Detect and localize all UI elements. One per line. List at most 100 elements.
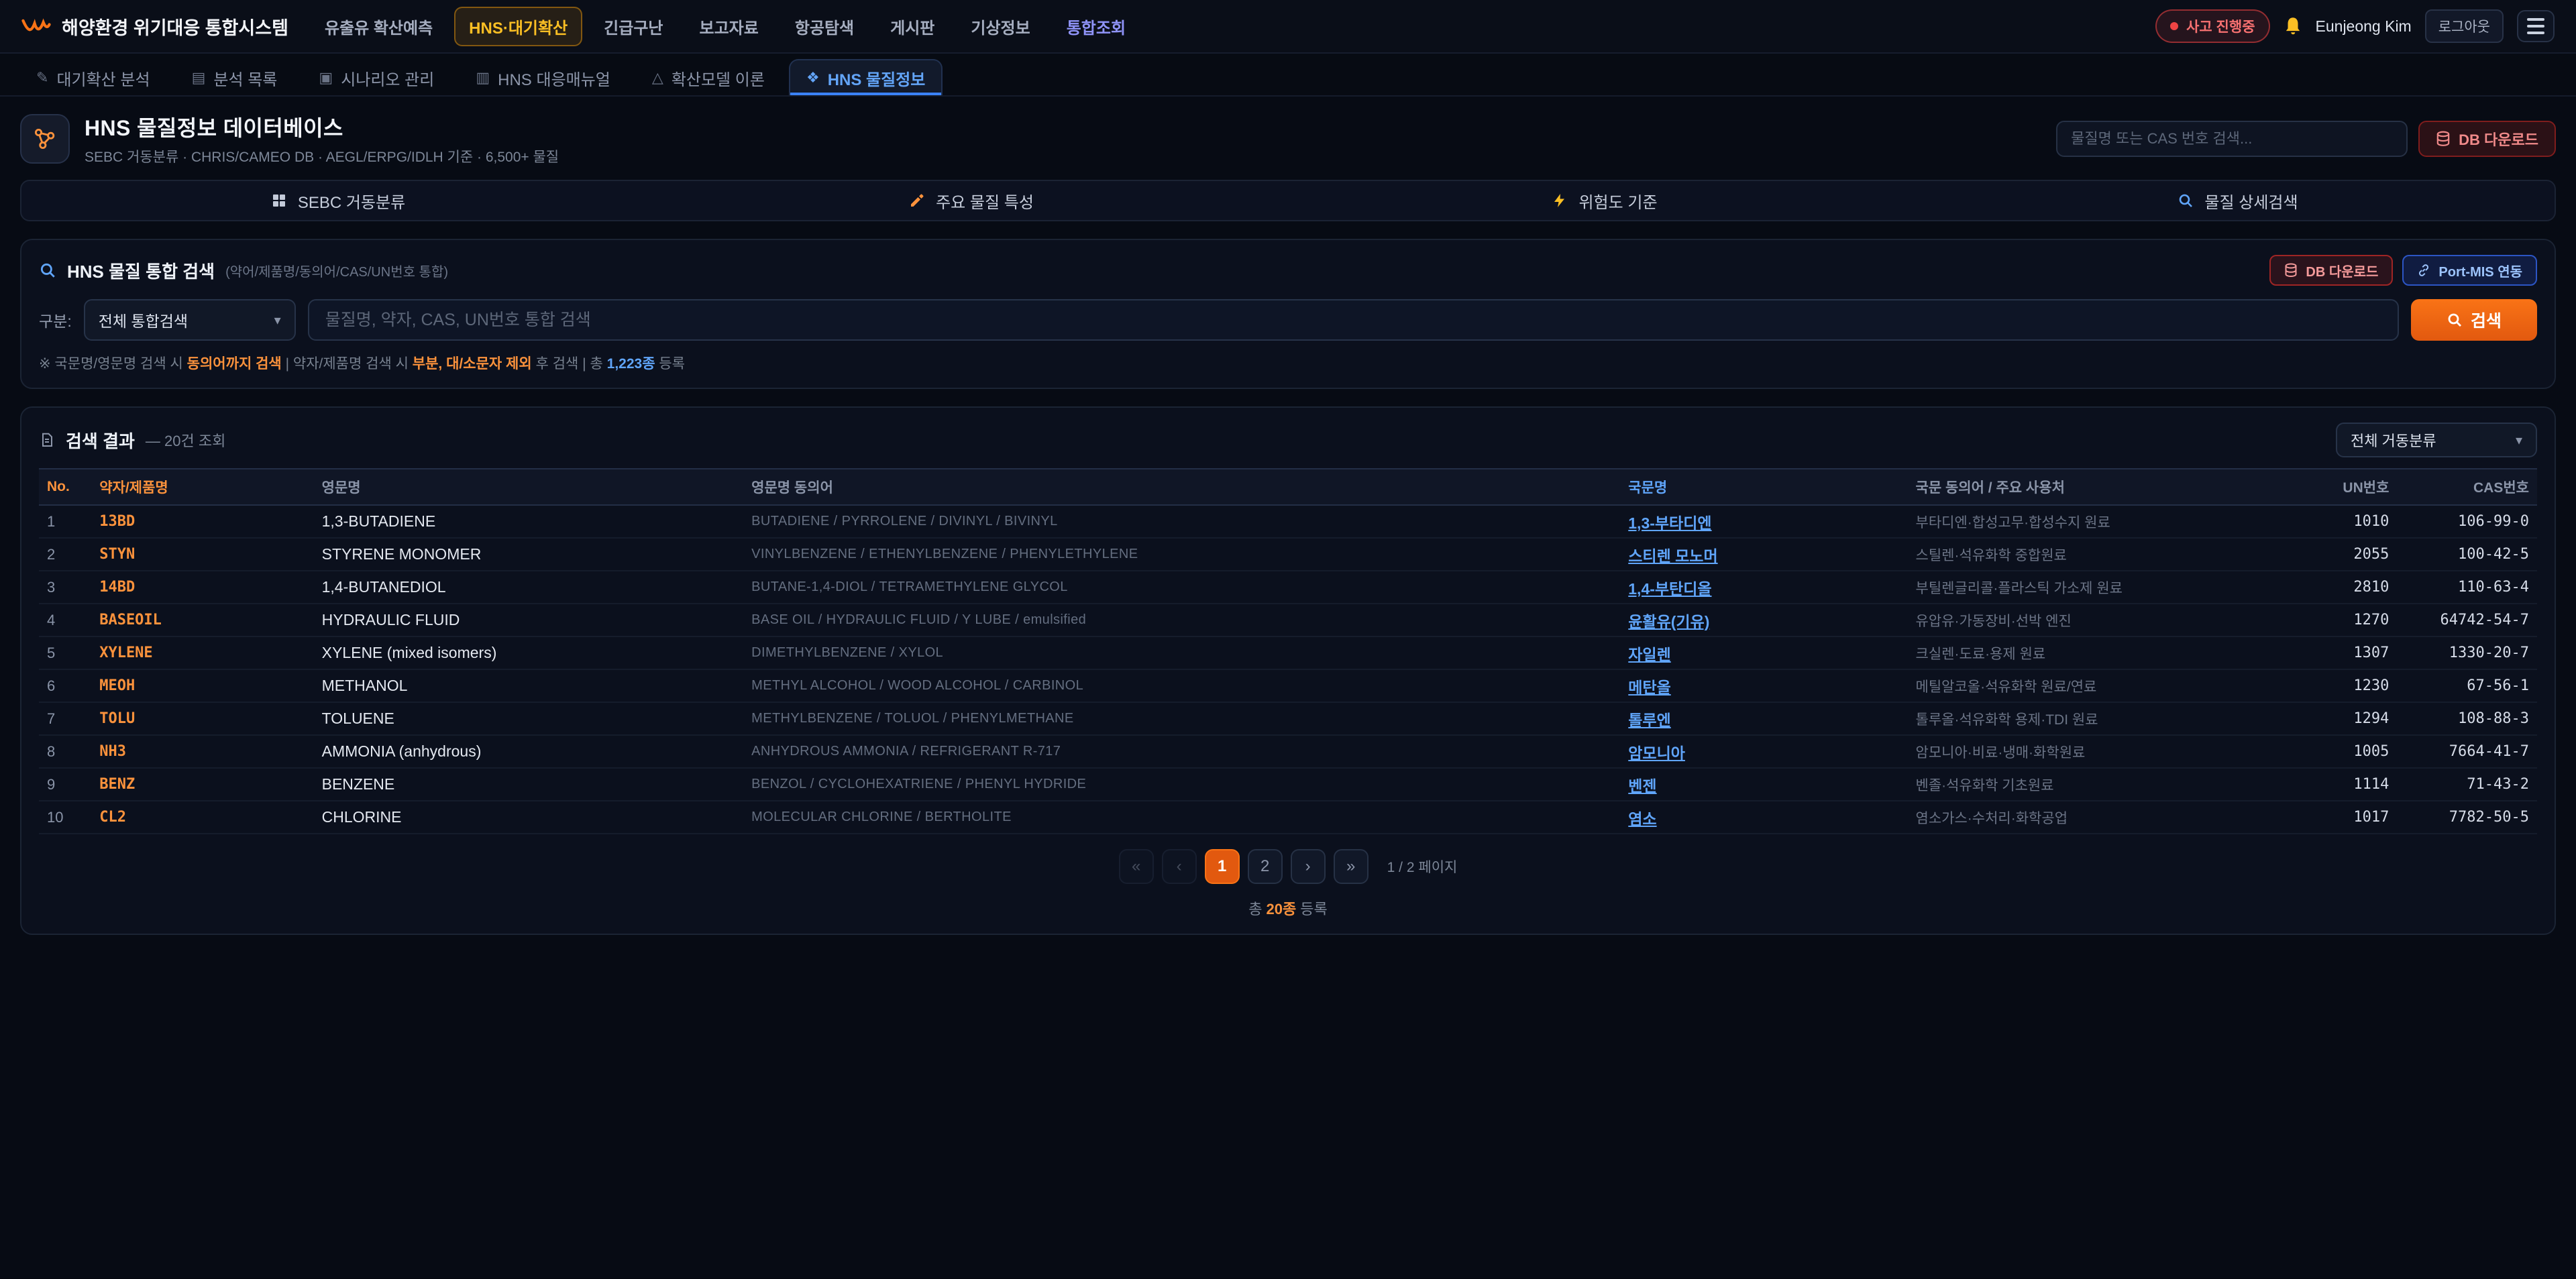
cell-kr-synonyms: 크실렌·도료·용제 원료 bbox=[1908, 636, 2277, 669]
tab-item[interactable]: ▤ 분석 목록 bbox=[174, 59, 295, 95]
app-logo[interactable]: 해양환경 위기대응 통합시스템 bbox=[21, 13, 288, 40]
table-row[interactable]: 5 XYLENE XYLENE (mixed isomers) DIMETHYL… bbox=[39, 636, 2537, 669]
table-row[interactable]: 9 BENZ BENZENE BENZOL / CYCLOHEXATRIENE … bbox=[39, 768, 2537, 801]
notification-bell-icon[interactable] bbox=[2284, 16, 2302, 36]
db-download-button[interactable]: DB 다운로드 bbox=[2418, 121, 2556, 157]
pager-first-button[interactable]: « bbox=[1119, 849, 1154, 884]
pager-prev-button[interactable]: ‹ bbox=[1162, 849, 1197, 884]
nav-item[interactable]: 긴급구난 bbox=[589, 7, 678, 46]
tab-item[interactable]: ❖ HNS 물질정보 bbox=[789, 59, 943, 95]
substance-kr-link[interactable]: 스티렌 모노머 bbox=[1628, 547, 1717, 565]
cell-no: 3 bbox=[39, 571, 91, 604]
grid-icon bbox=[271, 192, 287, 209]
cell-kr-name: 톨루엔 bbox=[1620, 702, 1907, 735]
tab-label: 대기확산 분석 bbox=[56, 66, 150, 90]
substance-kr-link[interactable]: 자일렌 bbox=[1628, 646, 1670, 663]
tab-item[interactable]: ✎ 대기확산 분석 bbox=[19, 59, 168, 95]
page-title-block: HNS 물질정보 데이터베이스 SEBC 거동분류 · CHRIS/CAMEO … bbox=[85, 111, 559, 166]
cell-un-number: 2810 bbox=[2277, 571, 2398, 604]
nav-item[interactable]: 게시판 bbox=[875, 7, 949, 46]
table-row[interactable]: 1 13BD 1,3-BUTADIENE BUTADIENE / PYRROLE… bbox=[39, 505, 2537, 538]
substance-kr-link[interactable]: 윤활유(기유) bbox=[1628, 613, 1709, 630]
nav-item[interactable]: 보고자료 bbox=[684, 7, 773, 46]
feature-substance-properties[interactable]: 주요 물질 특성 bbox=[655, 181, 1288, 220]
nav-item[interactable]: 기상정보 bbox=[956, 7, 1044, 46]
incident-status-badge: 사고 진행중 bbox=[2155, 9, 2269, 43]
database-icon bbox=[2284, 263, 2298, 278]
pager-last-button[interactable]: » bbox=[1334, 849, 1368, 884]
col-en-synonym: 영문명 동의어 bbox=[743, 469, 1620, 505]
lightning-icon bbox=[1552, 192, 1568, 209]
pager-page-button[interactable]: 1 bbox=[1205, 849, 1240, 884]
cell-cas-number: 108-88-3 bbox=[2397, 702, 2537, 735]
page-title: HNS 물질정보 데이터베이스 bbox=[85, 111, 559, 142]
cell-en-synonyms: VINYLBENZENE / ETHENYLBENZENE / PHENYLET… bbox=[743, 538, 1620, 571]
unified-search-input[interactable] bbox=[308, 299, 2399, 341]
chevron-down-icon: ▾ bbox=[2516, 432, 2522, 449]
tab-icon: ✎ bbox=[36, 69, 48, 87]
tab-item[interactable]: ▣ 시나리오 관리 bbox=[301, 59, 451, 95]
category-select[interactable]: 전체 통합검색 ▾ bbox=[84, 299, 296, 341]
cell-kr-name: 암모니아 bbox=[1620, 735, 1907, 768]
nav-item[interactable]: HNS·대기확산 bbox=[454, 7, 582, 46]
nav-item[interactable]: 유출유 확산예측 bbox=[310, 7, 447, 46]
table-row[interactable]: 7 TOLU TOLUENE METHYLBENZENE / TOLUOL / … bbox=[39, 702, 2537, 735]
chevron-down-icon: ▾ bbox=[274, 312, 281, 329]
nav-item[interactable]: 통합조회 bbox=[1052, 7, 1140, 46]
menu-button[interactable] bbox=[2517, 10, 2555, 42]
topbar-right: 사고 진행중 Eunjeong Kim 로그아웃 bbox=[2155, 9, 2555, 43]
cell-kr-name: 1,4-부탄디올 bbox=[1620, 571, 1907, 604]
table-row[interactable]: 6 MEOH METHANOL METHYL ALCOHOL / WOOD AL… bbox=[39, 669, 2537, 702]
cell-kr-synonyms: 유압유·가동장비·선박 엔진 bbox=[1908, 604, 2277, 636]
logout-button[interactable]: 로그아웃 bbox=[2425, 9, 2504, 43]
category-label: 구분: bbox=[39, 309, 72, 331]
tab-label: HNS 물질정보 bbox=[828, 66, 926, 90]
substance-kr-link[interactable]: 메탄올 bbox=[1628, 679, 1670, 696]
pager-next-button[interactable]: › bbox=[1291, 849, 1326, 884]
portmis-link-button[interactable]: Port-MIS 연동 bbox=[2402, 255, 2537, 286]
cell-en-synonyms: METHYLBENZENE / TOLUOL / PHENYLMETHANE bbox=[743, 702, 1620, 735]
substance-kr-link[interactable]: 1,4-부탄디올 bbox=[1628, 580, 1711, 598]
pager-page-button[interactable]: 2 bbox=[1248, 849, 1283, 884]
nav-item[interactable]: 항공탐색 bbox=[780, 7, 869, 46]
cell-kr-synonyms: 암모니아·비료·냉매·화학원료 bbox=[1908, 735, 2277, 768]
cell-code: BASEOIL bbox=[91, 604, 313, 636]
document-icon bbox=[39, 431, 55, 449]
cell-un-number: 2055 bbox=[2277, 538, 2398, 571]
db-download-chip-button[interactable]: DB 다운로드 bbox=[2269, 255, 2393, 286]
cell-no: 5 bbox=[39, 636, 91, 669]
cell-en-name: METHANOL bbox=[314, 669, 744, 702]
tab-item[interactable]: ▥ HNS 대응매뉴얼 bbox=[458, 59, 628, 95]
col-kr-synonym: 국문 동의어 / 주요 사용처 bbox=[1908, 469, 2277, 505]
behavior-filter-select[interactable]: 전체 거동분류 ▾ bbox=[2336, 423, 2537, 457]
search-button[interactable]: 검색 bbox=[2411, 299, 2537, 341]
feature-sebc-classification[interactable]: SEBC 거동분류 bbox=[21, 181, 655, 220]
incident-label: 사고 진행중 bbox=[2186, 16, 2255, 36]
cell-un-number: 1270 bbox=[2277, 604, 2398, 636]
table-row[interactable]: 2 STYN STYRENE MONOMER VINYLBENZENE / ET… bbox=[39, 538, 2537, 571]
cell-kr-name: 자일렌 bbox=[1620, 636, 1907, 669]
table-header-row: No. 약자/제품명 영문명 영문명 동의어 국문명 국문 동의어 / 주요 사… bbox=[39, 469, 2537, 505]
table-row[interactable]: 3 14BD 1,4-BUTANEDIOL BUTANE-1,4-DIOL / … bbox=[39, 571, 2537, 604]
cell-en-synonyms: ANHYDROUS AMMONIA / REFRIGERANT R-717 bbox=[743, 735, 1620, 768]
feature-risk-criteria[interactable]: 위험도 기준 bbox=[1288, 181, 1921, 220]
substance-kr-link[interactable]: 암모니아 bbox=[1628, 744, 1685, 762]
table-row[interactable]: 4 BASEOIL HYDRAULIC FLUID BASE OIL / HYD… bbox=[39, 604, 2537, 636]
table-row[interactable]: 10 CL2 CHLORINE MOLECULAR CHLORINE / BER… bbox=[39, 801, 2537, 834]
substance-kr-link[interactable]: 1,3-부타디엔 bbox=[1628, 514, 1711, 532]
substance-kr-link[interactable]: 톨루엔 bbox=[1628, 712, 1670, 729]
incident-dot bbox=[2170, 22, 2178, 30]
substance-kr-link[interactable]: 염소 bbox=[1628, 810, 1656, 828]
cell-en-synonyms: BENZOL / CYCLOHEXATRIENE / PHENYL HYDRID… bbox=[743, 768, 1620, 801]
feature-detail-search[interactable]: 물질 상세검색 bbox=[1921, 181, 2555, 220]
col-cas: CAS번호 bbox=[2397, 469, 2537, 505]
total-registered-text: 총20종등록 bbox=[39, 897, 2537, 919]
table-row[interactable]: 8 NH3 AMMONIA (anhydrous) ANHYDROUS AMMO… bbox=[39, 735, 2537, 768]
cell-en-name: TOLUENE bbox=[314, 702, 744, 735]
header-search-input[interactable] bbox=[2056, 121, 2408, 157]
substance-kr-link[interactable]: 벤젠 bbox=[1628, 777, 1656, 795]
cell-kr-synonyms: 벤졸·석유화학 기초원료 bbox=[1908, 768, 2277, 801]
tab-item[interactable]: △ 확산모델 이론 bbox=[635, 59, 782, 95]
table-body: 1 13BD 1,3-BUTADIENE BUTADIENE / PYRROLE… bbox=[39, 505, 2537, 834]
cell-kr-name: 윤활유(기유) bbox=[1620, 604, 1907, 636]
